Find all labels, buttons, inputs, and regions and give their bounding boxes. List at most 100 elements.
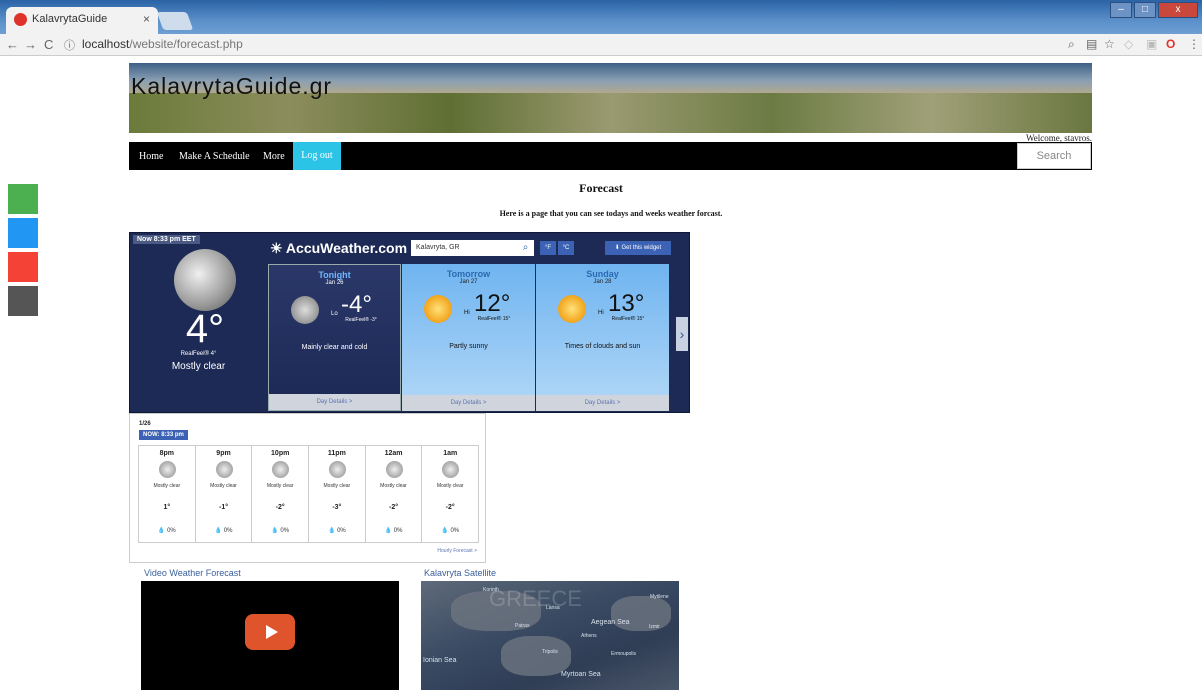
- accuweather-logo[interactable]: ☀ AccuWeather.com: [270, 240, 407, 257]
- search-icon[interactable]: ⌕: [517, 240, 534, 256]
- tab-close-icon[interactable]: ×: [143, 12, 150, 26]
- nav-bar: Home Make A Schedule More Log out Search: [129, 142, 1092, 170]
- video-player[interactable]: [141, 581, 399, 690]
- location-value: Kalavryta, GR: [416, 244, 460, 251]
- hour-temp: -2°: [445, 504, 455, 511]
- droplet-icon: 💧: [327, 528, 336, 534]
- hour-temp: 1°: [163, 504, 171, 511]
- map-label: Ionian Sea: [423, 657, 457, 664]
- now-badge: Now 8:33 pm EET: [133, 235, 200, 244]
- menu-icon[interactable]: ⋮: [1188, 37, 1200, 51]
- get-widget-button[interactable]: ⬇ Get this widget: [605, 241, 671, 255]
- nav-make-schedule[interactable]: Make A Schedule: [179, 151, 250, 162]
- logout-button[interactable]: Log out: [293, 142, 341, 170]
- window-controls: – □ x: [1110, 2, 1198, 18]
- hour-condition: Mostly clear: [436, 483, 464, 489]
- bookmark-star-icon[interactable]: ☆: [1104, 37, 1115, 51]
- social-share-bar: [8, 184, 38, 320]
- day-details-link[interactable]: Day Details >: [269, 394, 400, 410]
- play-button-icon[interactable]: [245, 614, 295, 650]
- precip-value: 0%: [223, 528, 233, 534]
- address-bar: ← → C ⓘ localhost/website/forecast.php ⌕…: [0, 34, 1202, 56]
- day-card-tomorrow[interactable]: Tomorrow Jan 27 Hi 12° RealFeel® 15° Par…: [402, 264, 535, 411]
- url-field[interactable]: localhost/website/forecast.php: [82, 37, 243, 51]
- moon-icon: [174, 249, 236, 311]
- nav-more[interactable]: More: [263, 151, 285, 162]
- hour-column: 11pm Mostly clear -3° 💧 0%: [309, 446, 366, 542]
- hour-column: 10pm Mostly clear -2° 💧 0%: [252, 446, 310, 542]
- day-details-link[interactable]: Day Details >: [536, 395, 669, 411]
- extension2-icon[interactable]: ▣: [1146, 37, 1157, 51]
- day-condition: Times of clouds and sun: [564, 343, 641, 350]
- day-condition: Mainly clear and cold: [301, 344, 368, 351]
- moon-icon: [272, 461, 290, 478]
- minimize-button[interactable]: –: [1110, 2, 1132, 18]
- map-land: [501, 636, 571, 676]
- new-tab-button[interactable]: [156, 12, 194, 30]
- precip-value: 0%: [393, 528, 403, 534]
- hour-temp: -2°: [389, 504, 399, 511]
- current-realfeel: RealFeel® 4°: [180, 351, 217, 357]
- next-arrow-button[interactable]: ›: [676, 317, 688, 351]
- hour-precip: 💧 0%: [139, 527, 195, 534]
- zoom-icon[interactable]: ⌕: [1068, 37, 1075, 52]
- share-red-button[interactable]: [8, 252, 38, 282]
- moon-icon: [159, 461, 176, 478]
- day-card-sunday[interactable]: Sunday Jan 28 Hi 13° RealFeel® 15° Times…: [536, 264, 669, 411]
- hour-condition: Mostly clear: [380, 483, 407, 489]
- satellite-map[interactable]: GREECE Larisa Aegean Sea Izmir Patras At…: [421, 581, 679, 690]
- day-name: Tomorrow: [446, 269, 491, 279]
- unit-c-button[interactable]: °C: [558, 241, 574, 255]
- hour-precip: 💧 0%: [366, 527, 422, 534]
- hour-column: 1am Mostly clear -2° 💧 0%: [422, 446, 478, 542]
- day-realfeel: RealFeel® 15°: [477, 316, 511, 322]
- hour-precip: 💧 0%: [422, 527, 478, 534]
- close-window-button[interactable]: x: [1158, 2, 1198, 18]
- accuweather-widget: Now 8:33 pm EET 4° RealFeel® 4° Mostly c…: [129, 232, 690, 413]
- now-badge: NOW: 8:33 pm: [139, 430, 188, 440]
- current-temp: 4°: [185, 307, 225, 351]
- share-blue-button[interactable]: [8, 218, 38, 248]
- map-label: Mytilene: [650, 594, 669, 600]
- hour-precip: 💧 0%: [252, 527, 308, 534]
- day-date: Jan 28: [593, 279, 612, 285]
- opera-icon[interactable]: O: [1166, 37, 1175, 51]
- info-icon[interactable]: ⓘ: [64, 37, 75, 53]
- hour-time: 11pm: [327, 450, 346, 457]
- back-icon[interactable]: ←: [6, 37, 19, 52]
- current-condition: Mostly clear: [171, 361, 226, 372]
- favicon-icon: [14, 13, 27, 26]
- search-input[interactable]: Search: [1017, 143, 1091, 169]
- location-input[interactable]: Kalavryta, GR ⌕: [411, 240, 534, 256]
- map-label: Ermoupolis: [611, 651, 637, 657]
- map-label: Aegean Sea: [591, 619, 630, 626]
- hour-condition: Mostly clear: [266, 483, 294, 489]
- precip-value: 0%: [280, 528, 290, 534]
- day-details-link[interactable]: Day Details >: [402, 395, 535, 411]
- precip-value: 0%: [450, 528, 460, 534]
- map-label: Tripolis: [542, 649, 558, 655]
- hour-temp: -3°: [332, 504, 342, 511]
- day-temp: 13°: [608, 290, 645, 317]
- forward-icon[interactable]: →: [24, 37, 37, 52]
- browser-tab[interactable]: KalavrytaGuide ×: [6, 7, 158, 34]
- translate-icon[interactable]: ▤: [1086, 37, 1097, 51]
- precip-value: 0%: [167, 528, 176, 534]
- hourly-forecast-link[interactable]: Hourly Forecast >: [437, 548, 477, 554]
- hour-time: 9pm: [216, 450, 231, 457]
- droplet-icon: 💧: [271, 528, 279, 534]
- extension-icon[interactable]: ◇: [1124, 37, 1133, 51]
- droplet-icon: 💧: [157, 528, 166, 534]
- day-realfeel: RealFeel® -3°: [345, 317, 377, 323]
- day-card-tonight[interactable]: Tonight Jan 26 Lo -4° RealFeel® -3° Main…: [268, 264, 401, 411]
- share-grey-button[interactable]: [8, 286, 38, 316]
- hour-condition: Mostly clear: [323, 483, 351, 489]
- nav-home[interactable]: Home: [139, 151, 163, 162]
- reload-icon[interactable]: C: [44, 37, 53, 52]
- satellite-title: Kalavryta Satellite: [424, 568, 497, 578]
- moon-icon: [291, 296, 319, 324]
- maximize-button[interactable]: □: [1134, 2, 1156, 18]
- day-date: Jan 26: [325, 280, 344, 286]
- site-title[interactable]: KalavrytaGuide.gr: [131, 73, 332, 100]
- unit-f-button[interactable]: °F: [540, 241, 556, 255]
